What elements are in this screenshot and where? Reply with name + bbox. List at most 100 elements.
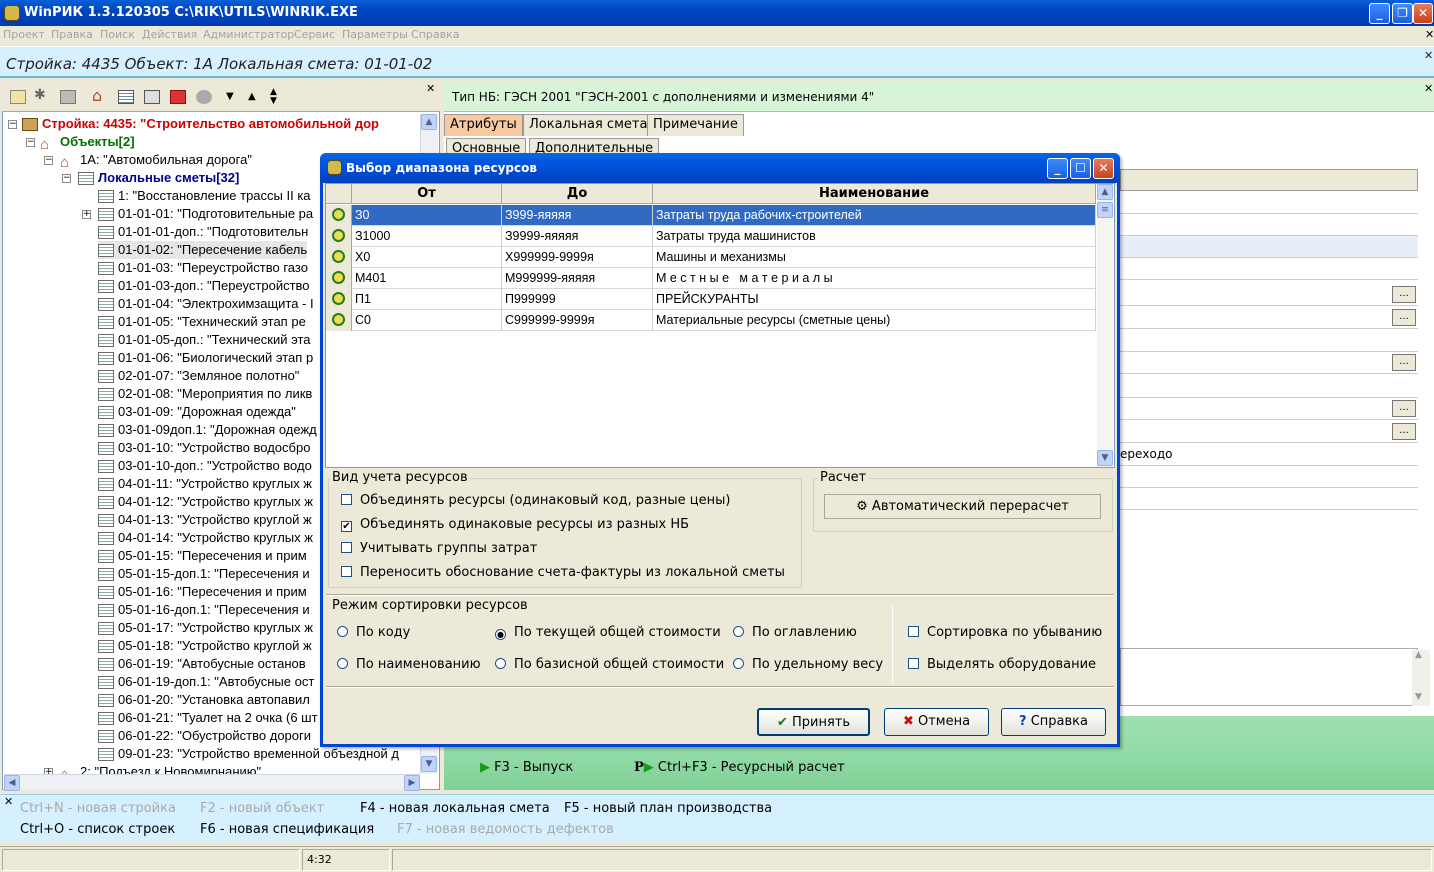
list-item[interactable]: 06-01-22: "Обустройство дороги xyxy=(98,727,311,745)
list-item[interactable]: 05-01-17: "Устройство круглых ж xyxy=(98,619,313,637)
list-item[interactable]: 04-01-12: "Устройство круглых ж xyxy=(98,493,313,511)
grid-row[interactable] xyxy=(1120,330,1418,352)
sort-by-name-radio[interactable]: По наименованию xyxy=(337,657,481,673)
scroll-thumb[interactable]: ≡ xyxy=(1097,202,1113,218)
table-row[interactable]: М401 М999999-яяяяя М е с т н ы е м а т е… xyxy=(326,268,1096,289)
scroll-down-icon[interactable]: ▼ xyxy=(1415,692,1422,702)
checkbox-box[interactable] xyxy=(908,626,919,637)
menu-actions[interactable]: Действия xyxy=(142,28,197,41)
table-row[interactable]: Х0 Х999999-9999я Машины и механизмы xyxy=(326,247,1096,268)
tree-estimates[interactable]: Локальные сметы[32] xyxy=(78,169,239,187)
sort-by-weight-radio[interactable]: По удельному весу xyxy=(733,657,883,673)
table-icon[interactable] xyxy=(118,90,134,104)
scroll-down-icon[interactable]: ▼ xyxy=(1097,450,1113,466)
collapse-icon[interactable]: − xyxy=(8,120,17,129)
ellipsis-button[interactable]: ... xyxy=(1392,354,1416,371)
lock-icon[interactable] xyxy=(196,90,212,104)
grid-row[interactable] xyxy=(1120,258,1418,280)
ellipsis-button[interactable]: ... xyxy=(1392,286,1416,303)
list-item[interactable]: 06-01-19: "Автобусные останов xyxy=(98,655,306,673)
grid-row[interactable]: ... xyxy=(1120,421,1418,443)
list-item[interactable]: 04-01-14: "Устройство круглых ж xyxy=(98,529,313,547)
grid-row[interactable] xyxy=(1120,214,1418,236)
cancel-button[interactable]: ✖ Отмена xyxy=(884,708,989,736)
tree-root[interactable]: Стройка: 4435: "Строительство автомобиль… xyxy=(22,115,379,133)
ctrl-f3-resource-calc-action[interactable]: P▶ Ctrl+F3 - Ресурсный расчет xyxy=(634,760,845,775)
menu-edit[interactable]: Правка xyxy=(51,28,93,41)
table-row[interactable]: С0 С999999-9999я Материальные ресурсы (с… xyxy=(326,310,1096,331)
grid-row[interactable]: ... xyxy=(1120,398,1418,420)
ellipsis-button[interactable]: ... xyxy=(1392,400,1416,417)
collapse-icon[interactable]: − xyxy=(26,138,35,147)
grid-row[interactable] xyxy=(1120,488,1418,510)
sort-updown-icon[interactable]: ▲ ▼ xyxy=(270,88,286,106)
list-item[interactable]: 06-01-20: "Установка автопавил xyxy=(98,691,310,709)
hotkey-new-local-estimate[interactable]: F4 - новая локальная смета xyxy=(360,801,550,816)
dialog-close-button[interactable]: ✕ xyxy=(1093,158,1114,179)
highlight-equipment-checkbox[interactable]: Выделять оборудование xyxy=(908,657,1096,673)
checkbox-box[interactable] xyxy=(341,566,352,577)
menu-service[interactable]: Сервис xyxy=(294,28,335,41)
calc-icon[interactable] xyxy=(144,90,160,104)
list-item[interactable]: 06-01-19-доп.1: "Автобусные ост xyxy=(98,673,314,691)
list-item[interactable]: 03-01-09доп.1: "Дорожная одежд xyxy=(98,421,317,439)
list-item[interactable]: 05-01-15: "Пересечения и прим xyxy=(98,547,307,565)
radio-circle[interactable] xyxy=(495,658,506,669)
menu-params[interactable]: Параметры xyxy=(342,28,408,41)
tree-objects[interactable]: Объекты[2] xyxy=(40,133,135,151)
tab-local-estimate[interactable]: Локальная смета xyxy=(523,114,654,136)
column-header-to[interactable]: До xyxy=(502,184,653,204)
tree-object-1a[interactable]: 1А: "Автомобильная дорога" xyxy=(60,151,252,169)
sort-by-code-radio[interactable]: По коду xyxy=(337,625,410,641)
note-area[interactable] xyxy=(1120,648,1418,706)
auto-recalc-button[interactable]: ⚙ Автоматический перерасчет xyxy=(824,494,1101,519)
merge-nb-resources-checkbox[interactable]: ✔ Объединять одинаковые ресурсы из разных… xyxy=(341,517,689,533)
list-item[interactable]: 01-01-03-доп.: "Переустройство xyxy=(98,277,310,295)
list-item[interactable]: 09-01-23: "Устройство временной объездно… xyxy=(98,745,399,763)
cost-groups-checkbox[interactable]: Учитывать группы затрат xyxy=(341,541,537,557)
sort-descending-checkbox[interactable]: Сортировка по убыванию xyxy=(908,625,1102,641)
hotkey-new-production-plan[interactable]: F5 - новый план производства xyxy=(564,801,772,816)
open-folder-icon[interactable] xyxy=(10,90,26,104)
list-item[interactable]: 02-01-08: "Мероприятия по ликв xyxy=(98,385,312,403)
list-item[interactable]: 05-01-16-доп.1: "Пересечения и xyxy=(98,601,310,619)
tree-close-icon[interactable]: ✕ xyxy=(426,82,435,95)
close-button[interactable]: ✕ xyxy=(1413,3,1433,24)
menu-close-icon[interactable]: ✕ xyxy=(1425,28,1434,41)
hotkey-new-construction[interactable]: Ctrl+N - новая стройка xyxy=(20,801,176,816)
scroll-left-icon[interactable]: ◀ xyxy=(4,775,20,791)
sort-by-toc-radio[interactable]: По оглавлению xyxy=(733,625,857,641)
app-title-bar[interactable]: WinРИК 1.3.120305 C:\RIK\UTILS\WINRIK.EX… xyxy=(0,0,1434,26)
invoice-basis-checkbox[interactable]: Переносить обоснование счета-фактуры из … xyxy=(341,565,785,581)
column-header-name[interactable]: Наименование xyxy=(653,184,1096,204)
panel-close-icon[interactable]: ✕ xyxy=(1424,82,1433,95)
radio-circle[interactable] xyxy=(337,658,348,669)
f3-release-action[interactable]: ▶ F3 - Выпуск xyxy=(480,760,573,775)
list-item[interactable]: 05-01-15-доп.1: "Пересечения и xyxy=(98,565,310,583)
collapse-icon[interactable]: − xyxy=(62,174,71,183)
sort-by-base-cost-radio[interactable]: По базисной общей стоимости xyxy=(495,657,724,673)
column-header-from[interactable]: От xyxy=(352,184,502,204)
tab-note[interactable]: Примечание xyxy=(647,114,744,136)
scroll-down-icon[interactable]: ▼ xyxy=(421,756,437,772)
merge-resources-checkbox[interactable]: Объединять ресурсы (одинаковый код, разн… xyxy=(341,493,730,509)
radio-circle[interactable] xyxy=(337,626,348,637)
clipboard-icon[interactable] xyxy=(60,90,76,104)
hotkeys-close-icon[interactable]: ✕ xyxy=(4,795,13,808)
menu-help[interactable]: Справка xyxy=(411,28,459,41)
print-icon[interactable] xyxy=(170,90,186,104)
table-row[interactable]: З0 З999-яяяяя Затраты труда рабочих-стро… xyxy=(326,205,1096,226)
list-item[interactable]: 03-01-10: "Устройство водосбро xyxy=(98,439,310,457)
dialog-table-scrollbar[interactable]: ▲ ≡ ▼ xyxy=(1097,184,1113,467)
minimize-button[interactable]: _ xyxy=(1369,3,1390,24)
help-button[interactable]: ? Справка xyxy=(1001,708,1106,736)
grid-row[interactable]: ереходо xyxy=(1120,444,1418,466)
checkbox-box[interactable] xyxy=(341,542,352,553)
menu-search[interactable]: Поиск xyxy=(100,28,135,41)
dialog-minimize-button[interactable]: _ xyxy=(1047,158,1068,179)
list-item[interactable]: 1: "Восстановление трассы II ка xyxy=(98,187,311,205)
sort-by-current-cost-radio[interactable]: ● По текущей общей стоимости xyxy=(495,625,721,641)
grid-row[interactable]: ... xyxy=(1120,284,1418,306)
checkbox-box[interactable]: ✔ xyxy=(341,521,352,532)
arrow-up-icon[interactable]: ▲ xyxy=(248,91,264,105)
